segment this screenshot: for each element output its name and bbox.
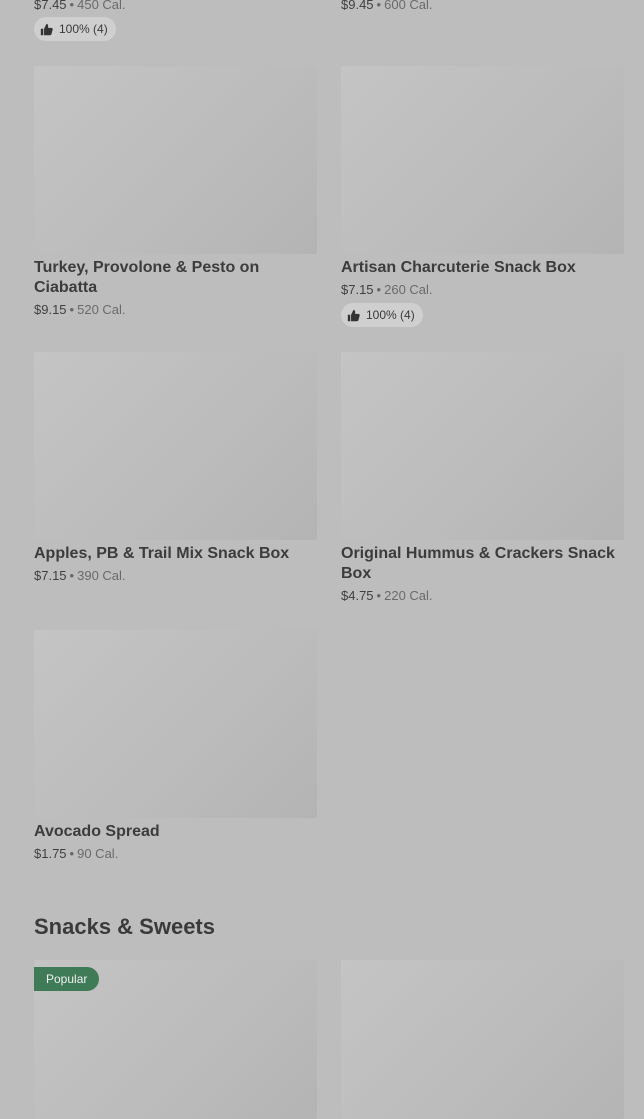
menu-item-meta: $7.15 • 260 Cal. [341,282,433,298]
menu-item-meta: $9.15 • 520 Cal. [34,302,126,318]
item-price: $7.15 [34,568,67,583]
menu-item-image[interactable] [34,66,317,254]
item-calories: 600 Cal. [384,0,433,12]
menu-item-name[interactable]: Artisan Charcuterie Snack Box [341,258,624,278]
rating-text: 100% (4) [59,22,108,36]
separator-dot: • [69,568,75,583]
menu-item-meta: $7.15 • 390 Cal. [34,568,126,584]
rating-pill: 100% (4) [341,303,423,327]
item-price: $1.75 [34,846,67,861]
menu-item-meta: $4.75 • 220 Cal. [341,588,433,604]
separator-dot: • [69,0,75,12]
item-price: $7.15 [341,282,374,297]
item-price: $4.75 [341,588,374,603]
item-calories: 520 Cal. [77,302,126,317]
separator-dot: • [376,588,382,603]
name-line: Ciabatta [34,279,98,296]
menu-item-image[interactable] [341,960,624,1119]
separator-dot: • [376,0,382,12]
rating-text: 100% (4) [366,308,415,322]
item-calories: 220 Cal. [384,588,433,603]
item-price: $7.45 [34,0,67,12]
item-calories: 90 Cal. [77,846,119,861]
separator-dot: • [69,302,75,317]
section-title: Snacks & Sweets [34,914,215,939]
name-line: Original Hummus & Crackers Snack [341,545,615,562]
menu-item-image[interactable] [341,352,624,540]
item-price: $9.45 [341,0,374,12]
thumbs-up-icon [347,309,360,321]
menu-item-meta: $9.45 • 600 Cal. [341,0,433,13]
item-calories: 390 Cal. [77,568,126,583]
menu-item-image[interactable] [34,352,317,540]
name-line: Turkey, Provolone & Pesto on [34,259,260,276]
item-price: $9.15 [34,302,67,317]
menu-item-name[interactable]: Avocado Spread [34,822,317,842]
menu-item-meta: $1.75 • 90 Cal. [34,846,118,862]
item-calories: 260 Cal. [384,282,433,297]
name-line: Box [341,565,372,582]
separator-dot: • [376,282,382,297]
menu-item-image[interactable] [34,630,317,818]
menu-item-meta: $7.45 • 450 Cal. [34,0,126,13]
separator-dot: • [69,846,75,861]
menu-item-name[interactable]: Apples, PB & Trail Mix Snack Box [34,544,317,564]
menu-item-name[interactable]: Original Hummus & Crackers Snack Box [341,544,624,584]
menu-item-image[interactable] [341,66,624,254]
menu-item-name[interactable]: Turkey, Provolone & Pesto on Ciabatta [34,258,317,298]
rating-pill: 100% (4) [34,17,116,41]
item-calories: 450 Cal. [77,0,126,12]
thumbs-up-icon [40,23,53,35]
popular-badge: Popular [34,967,100,991]
